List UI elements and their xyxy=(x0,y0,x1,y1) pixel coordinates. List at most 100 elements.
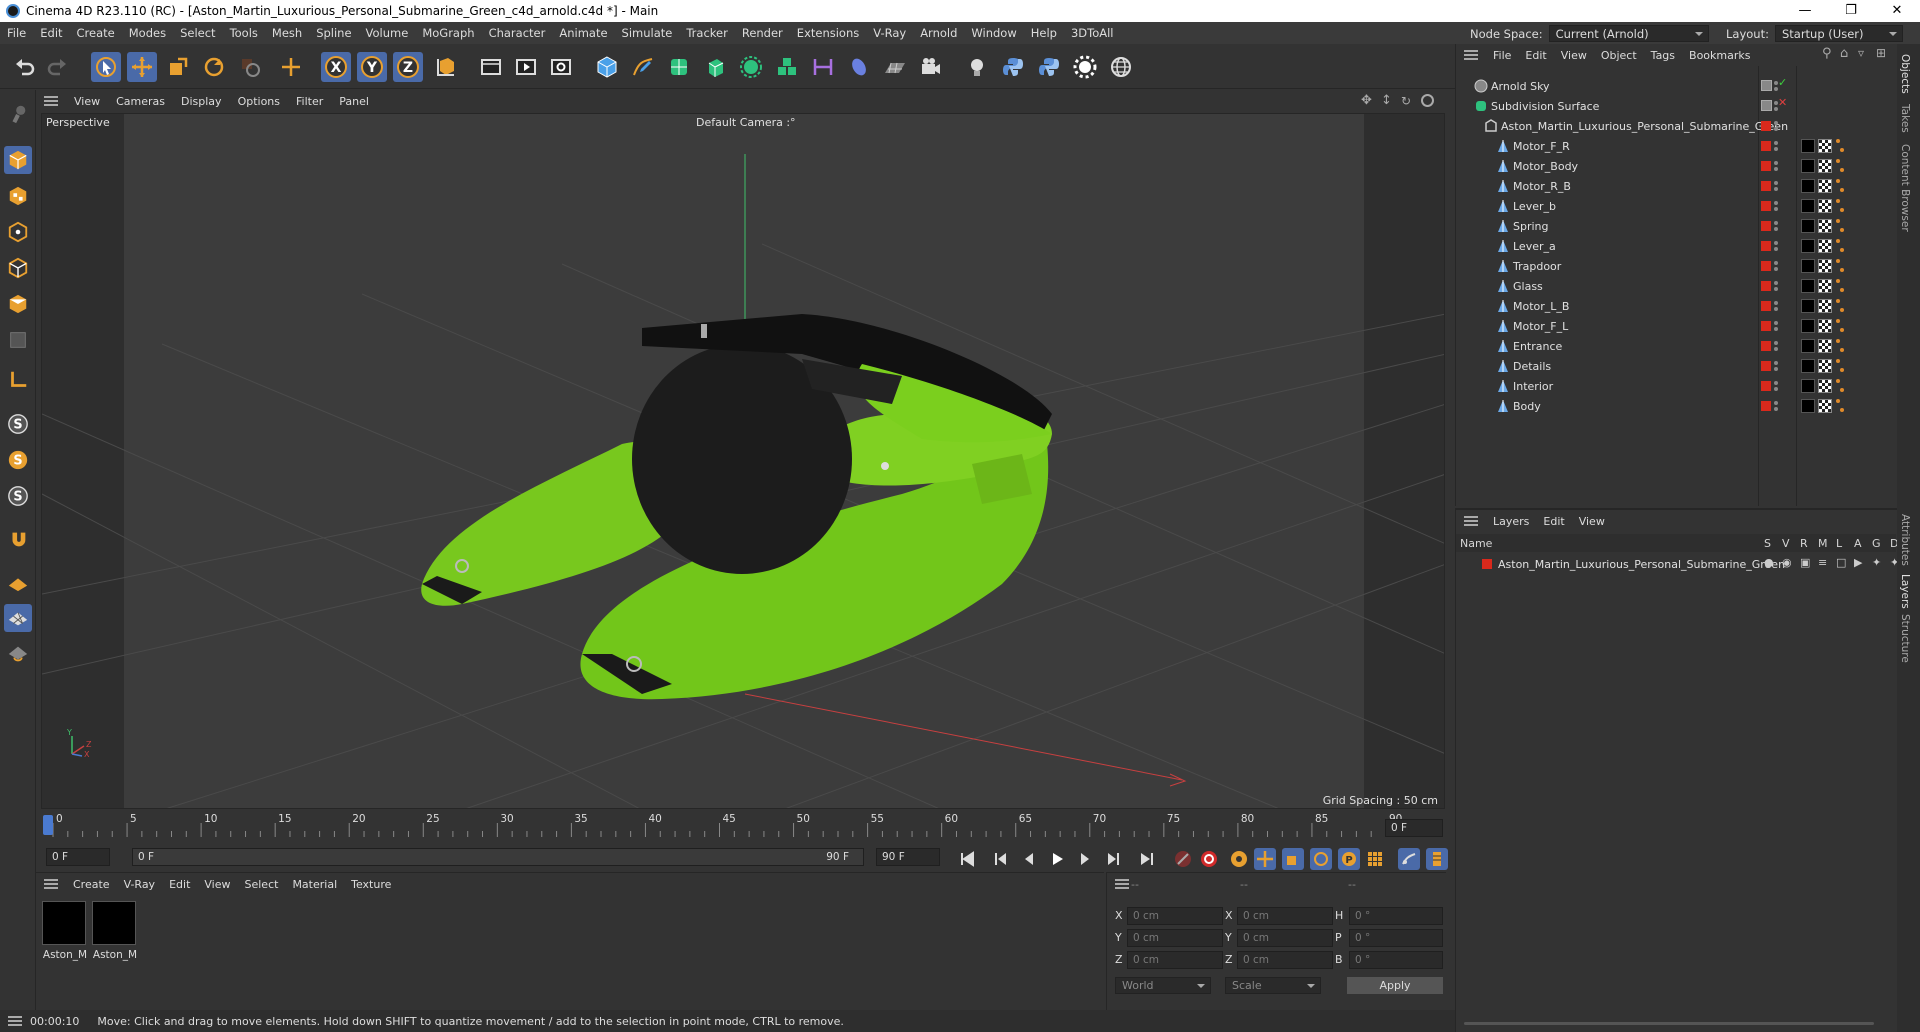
uvw-tag-icon[interactable] xyxy=(1818,359,1832,373)
object-add-icon[interactable]: ⊞ xyxy=(1876,46,1886,60)
render-visibility-dot[interactable] xyxy=(1774,347,1778,351)
menu-tracker[interactable]: Tracker xyxy=(679,26,735,40)
material-tag-icon[interactable] xyxy=(1801,139,1815,153)
menu-animate[interactable]: Animate xyxy=(552,26,614,40)
object-row[interactable]: Interior xyxy=(1456,376,1894,396)
pen-spline-icon[interactable] xyxy=(628,52,658,82)
coord-menu-hamburger-icon[interactable] xyxy=(1115,879,1129,889)
apply-button[interactable]: Apply xyxy=(1347,977,1443,994)
menu-help[interactable]: Help xyxy=(1024,26,1064,40)
object-row[interactable]: Motor_R_B xyxy=(1456,176,1894,196)
material-tag-icon[interactable] xyxy=(1801,219,1815,233)
tab-content-browser[interactable]: Content Browser xyxy=(1899,144,1911,232)
object-row[interactable]: Motor_L_B xyxy=(1456,296,1894,316)
material-tag-icon[interactable] xyxy=(1801,399,1815,413)
editor-visibility-dot[interactable] xyxy=(1774,161,1778,165)
menu-v-ray[interactable]: V-Ray xyxy=(866,26,913,40)
layer-color-swatch[interactable] xyxy=(1761,321,1771,331)
menu-tools[interactable]: Tools xyxy=(223,26,265,40)
start-frame-field[interactable]: 0 F xyxy=(46,848,110,866)
material-menu-select[interactable]: Select xyxy=(238,878,286,891)
gear-icon[interactable] xyxy=(1070,52,1100,82)
layer-col-r[interactable]: R xyxy=(1800,537,1808,550)
timeline-ruler[interactable]: 051015202530354045505560657075808590 0 F xyxy=(41,811,1445,841)
uvw-tag-icon[interactable] xyxy=(1818,139,1832,153)
render-settings-icon[interactable] xyxy=(546,52,576,82)
editor-visibility-dot[interactable] xyxy=(1774,141,1778,145)
recent-tool-icon[interactable] xyxy=(235,52,265,82)
material-tag-icon[interactable] xyxy=(1801,159,1815,173)
material-tag-icon[interactable] xyxy=(1801,359,1815,373)
menu-render[interactable]: Render xyxy=(735,26,790,40)
coord-size-field[interactable]: 0 cm xyxy=(1237,929,1333,947)
object-row[interactable]: Trapdoor xyxy=(1456,256,1894,276)
previous-key-icon[interactable] xyxy=(990,848,1012,870)
layout-dropdown[interactable]: Startup (User) xyxy=(1774,25,1903,42)
object-row[interactable]: Aston_Martin_Luxurious_Personal_Submarin… xyxy=(1456,116,1894,136)
material-tag-icon[interactable] xyxy=(1801,339,1815,353)
layer-color-swatch[interactable] xyxy=(1761,241,1771,251)
move-tool-icon[interactable] xyxy=(127,52,157,82)
render-visibility-dot[interactable] xyxy=(1774,187,1778,191)
object-filter-icon[interactable]: ▿ xyxy=(1858,46,1864,60)
mograph-icon[interactable] xyxy=(772,52,802,82)
editor-visibility-dot[interactable] xyxy=(1774,181,1778,185)
autokey-icon[interactable] xyxy=(1198,848,1220,870)
go-to-end-icon[interactable] xyxy=(1136,848,1158,870)
menu-select[interactable]: Select xyxy=(173,26,222,40)
object-row[interactable]: Lever_b xyxy=(1456,196,1894,216)
uvw-tag-icon[interactable] xyxy=(1818,399,1832,413)
render-visibility-dot[interactable] xyxy=(1774,227,1778,231)
key-scale-icon[interactable] xyxy=(1282,848,1304,870)
viewport-menu-options[interactable]: Options xyxy=(230,95,288,108)
layer-toggle-icon[interactable]: □ xyxy=(1836,556,1846,569)
menu-3dtoall[interactable]: 3DToAll xyxy=(1064,26,1121,40)
layer-col-l[interactable]: L xyxy=(1836,537,1842,550)
uvw-tag-icon[interactable] xyxy=(1818,379,1832,393)
object-menu-object[interactable]: Object xyxy=(1594,49,1644,62)
material-tag-icon[interactable] xyxy=(1801,239,1815,253)
light-icon[interactable] xyxy=(962,52,992,82)
menu-simulate[interactable]: Simulate xyxy=(615,26,680,40)
object-home-icon[interactable]: ⌂ xyxy=(1840,46,1848,61)
editor-visibility-dot[interactable] xyxy=(1774,301,1778,305)
material-tag-icon[interactable] xyxy=(1801,379,1815,393)
node-space-dropdown[interactable]: Current (Arnold) xyxy=(1548,25,1709,42)
x-axis-lock-icon[interactable]: X xyxy=(321,52,351,82)
material-menu-create[interactable]: Create xyxy=(66,878,117,891)
viewport-menu-view[interactable]: View xyxy=(66,95,108,108)
timeline-window-icon[interactable] xyxy=(1426,848,1448,870)
axis-mode-icon[interactable] xyxy=(4,366,32,394)
layer-toggle-icon[interactable]: ▶ xyxy=(1854,556,1862,569)
material-item[interactable]: Aston_M xyxy=(42,901,88,961)
editor-visibility-dot[interactable] xyxy=(1774,321,1778,325)
editor-visibility-dot[interactable] xyxy=(1774,361,1778,365)
viewport-zoom-icon[interactable]: ↕ xyxy=(1381,93,1392,108)
layer-col-a[interactable]: A xyxy=(1854,537,1862,550)
floor-icon[interactable] xyxy=(880,52,910,82)
menu-window[interactable]: Window xyxy=(964,26,1023,40)
object-row[interactable]: Motor_F_R xyxy=(1456,136,1894,156)
render-visibility-dot[interactable] xyxy=(1774,127,1778,131)
render-visibility-dot[interactable] xyxy=(1774,207,1778,211)
keyframe-selection-icon[interactable] xyxy=(1228,848,1250,870)
layer-toggle-icon[interactable]: ≡ xyxy=(1818,556,1827,569)
object-row[interactable]: Glass xyxy=(1456,276,1894,296)
end-frame-field[interactable]: 90 F xyxy=(876,848,940,866)
editor-visibility-dot[interactable] xyxy=(1774,341,1778,345)
scale-tool-icon[interactable] xyxy=(163,52,193,82)
layer-toggle-icon[interactable]: ✦ xyxy=(1872,556,1881,569)
editor-visibility-dot[interactable] xyxy=(1774,121,1778,125)
object-menu-file[interactable]: File xyxy=(1486,49,1518,62)
layer-col-s[interactable]: S xyxy=(1764,537,1771,550)
frame-range-slider[interactable]: 0 F 90 F xyxy=(132,848,864,866)
layer-color-swatch[interactable] xyxy=(1761,161,1771,171)
layer-color-swatch[interactable] xyxy=(1761,401,1771,411)
coord-size-field[interactable]: 0 cm xyxy=(1237,907,1333,925)
viewport-menu-cameras[interactable]: Cameras xyxy=(108,95,173,108)
viewport-maximize-icon[interactable] xyxy=(1421,94,1434,107)
grid-plane-icon[interactable] xyxy=(4,604,32,632)
object-row[interactable]: Details xyxy=(1456,356,1894,376)
render-view-icon[interactable] xyxy=(476,52,506,82)
key-position-icon[interactable] xyxy=(1254,848,1276,870)
